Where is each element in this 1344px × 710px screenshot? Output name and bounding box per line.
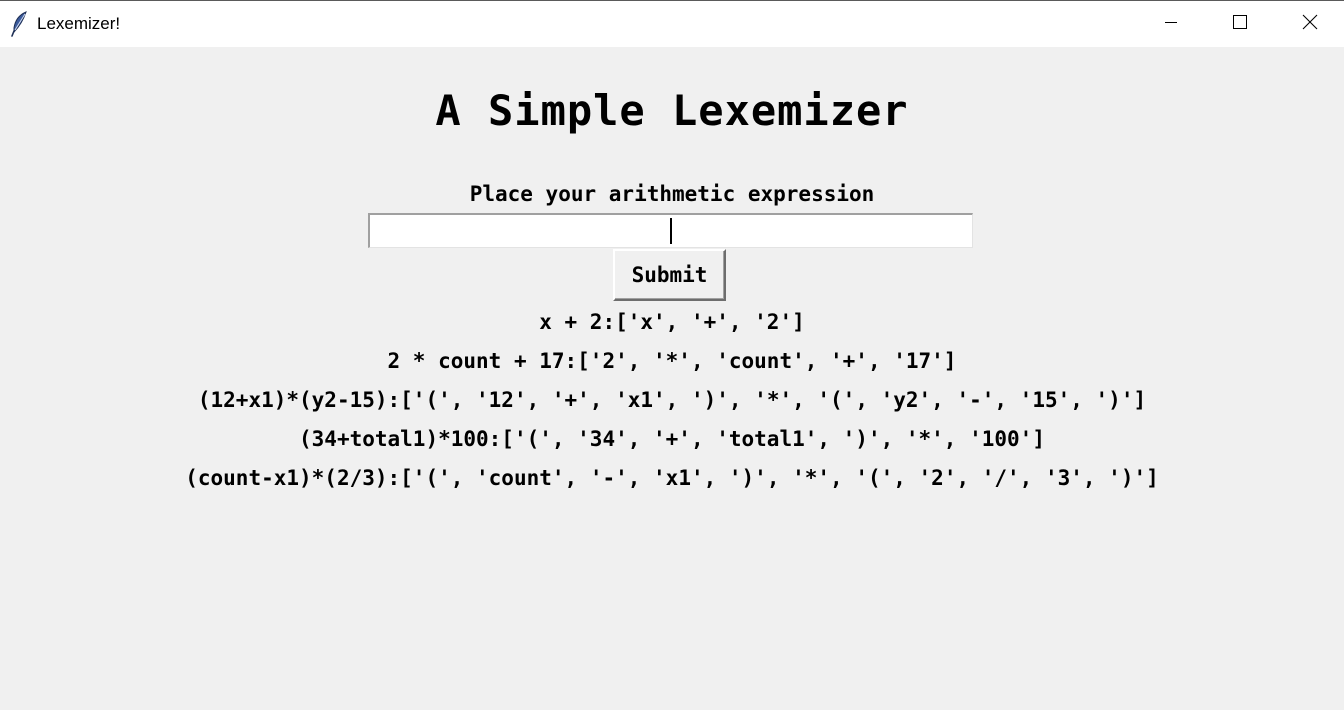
text-cursor: [670, 218, 672, 244]
input-prompt-label: Place your arithmetic expression: [469, 182, 875, 206]
results-list: x + 2:['x', '+', '2'] 2 * count + 17:['2…: [0, 303, 1344, 498]
window-title: Lexemizer!: [37, 14, 121, 33]
feather-icon: [10, 11, 30, 37]
minimize-icon: [1163, 14, 1179, 35]
result-line: (12+x1)*(y2-15):['(', '12', '+', 'x1', '…: [197, 388, 1147, 412]
result-line: x + 2:['x', '+', '2']: [539, 310, 805, 334]
minimize-button[interactable]: [1136, 1, 1206, 47]
page-title: A Simple Lexemizer: [435, 86, 909, 135]
close-icon: [1302, 14, 1318, 35]
app-window: Lexemizer! A Simple Lexemizer Place your…: [0, 0, 1344, 710]
title-bar[interactable]: Lexemizer!: [0, 1, 1344, 47]
maximize-button[interactable]: [1205, 1, 1275, 47]
close-button[interactable]: [1275, 1, 1344, 47]
main-content: A Simple Lexemizer Place your arithmetic…: [0, 47, 1344, 710]
result-line: (34+total1)*100:['(', '34', '+', 'total1…: [299, 427, 1045, 451]
result-line: (count-x1)*(2/3):['(', 'count', '-', 'x1…: [185, 466, 1159, 490]
maximize-icon: [1232, 14, 1248, 35]
result-line: 2 * count + 17:['2', '*', 'count', '+', …: [387, 349, 957, 373]
submit-button[interactable]: Submit: [613, 249, 726, 301]
